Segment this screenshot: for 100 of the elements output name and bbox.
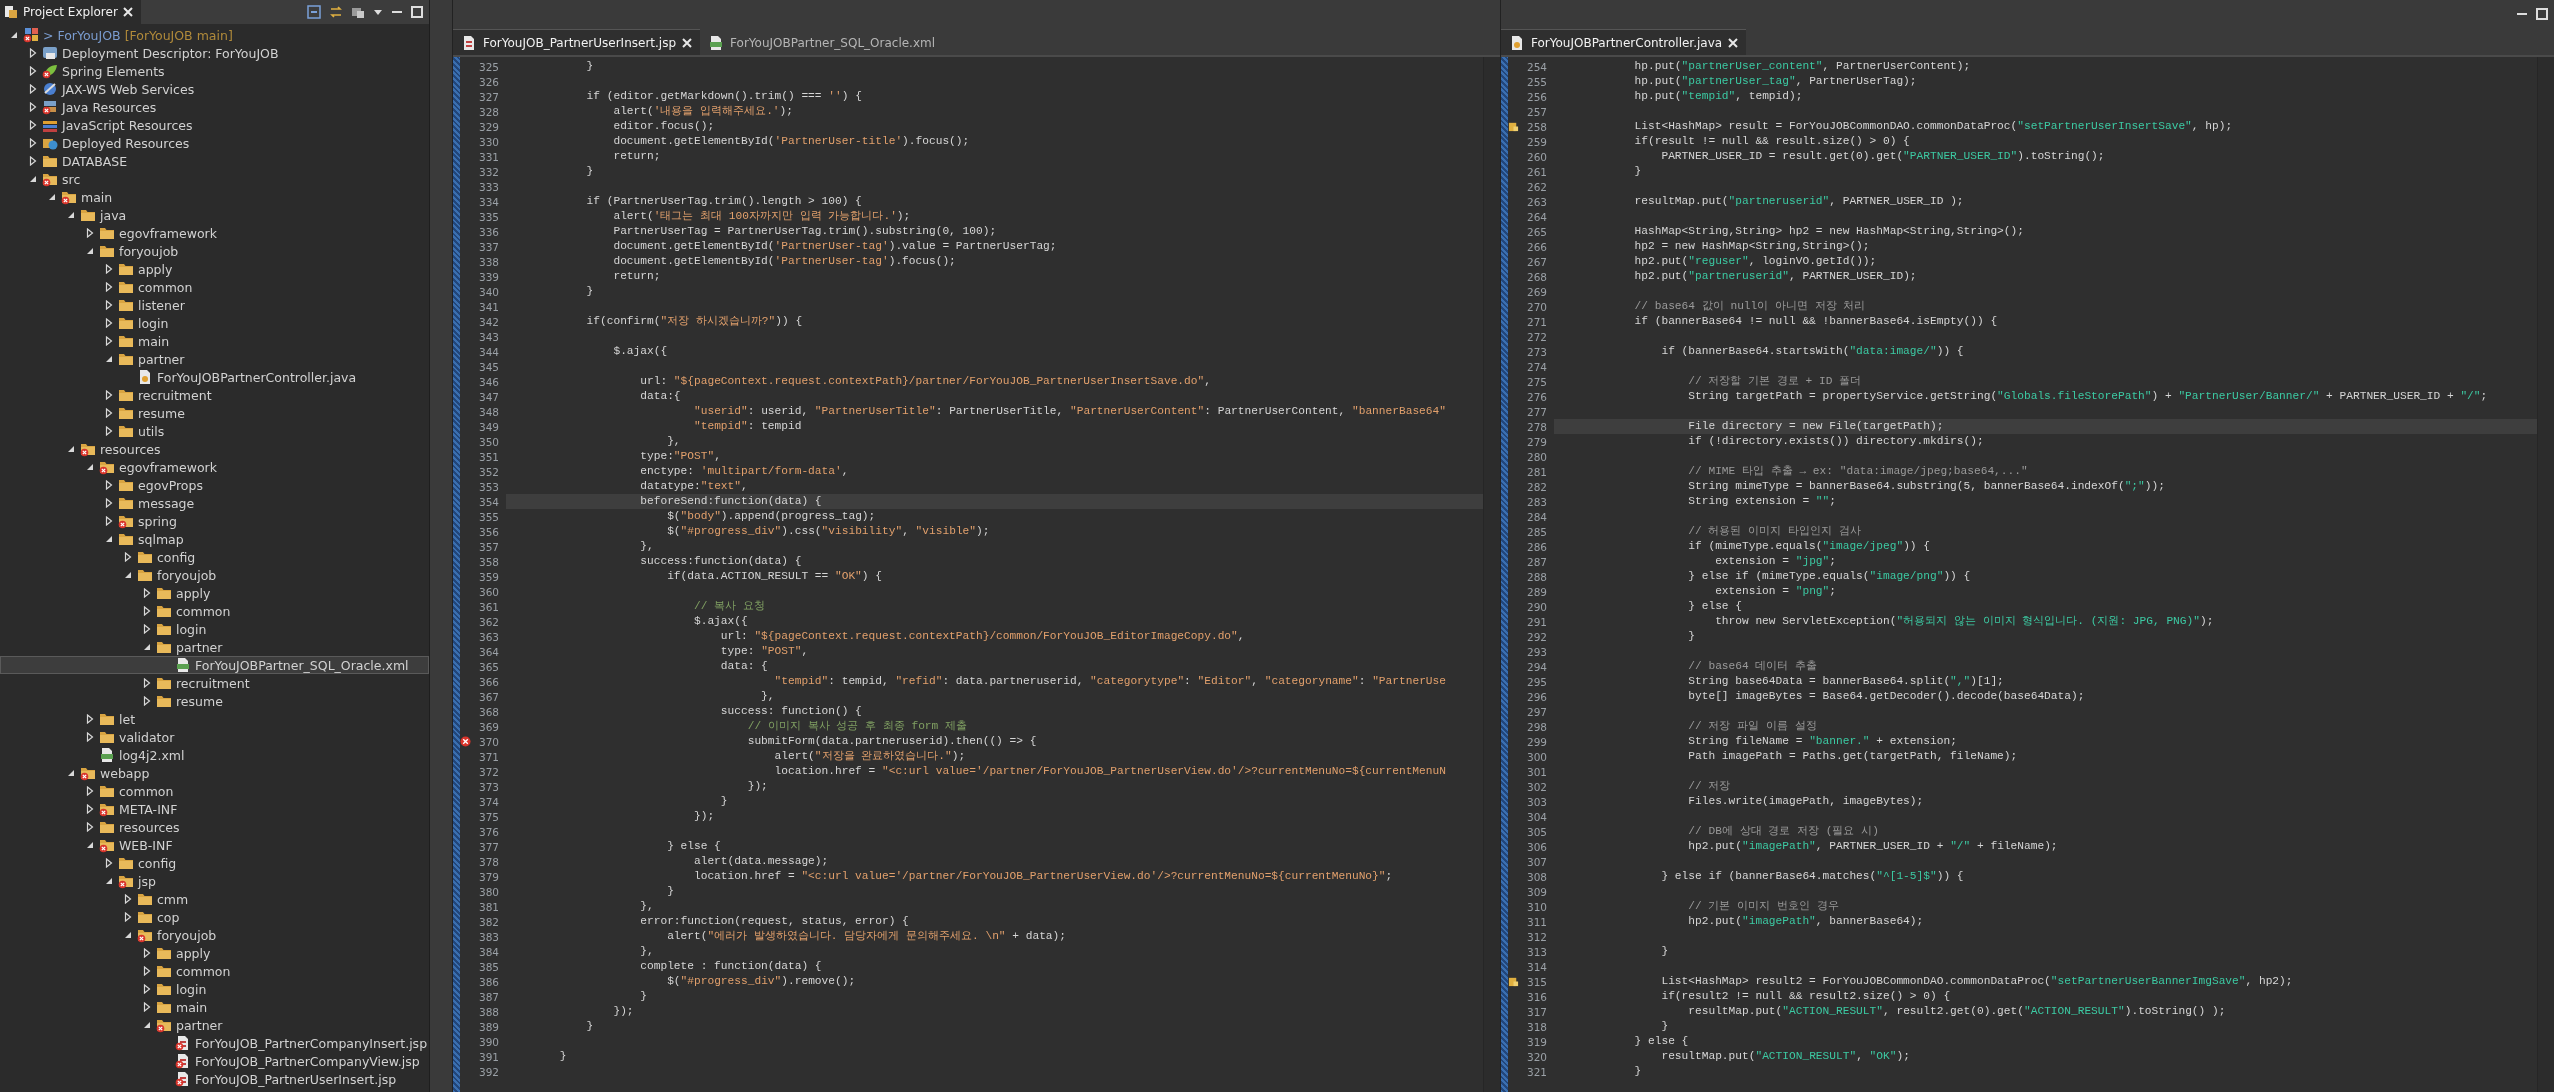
close-icon[interactable] [122,7,133,17]
tree-item[interactable]: JAX-WS Web Services [0,80,429,98]
tree-arrow-icon[interactable] [142,624,152,634]
tree-item[interactable]: Deployed Resources [0,134,429,152]
tree-arrow-icon[interactable] [66,768,76,778]
tree-arrow-icon[interactable] [28,84,38,94]
tree-arrow-icon[interactable] [104,480,114,490]
tree-item[interactable]: egovframework [0,458,429,476]
tree-item[interactable]: jsp [0,872,429,890]
tree-item[interactable]: listener [0,296,429,314]
tree-arrow-icon[interactable] [104,426,114,436]
tree-arrow-icon[interactable] [28,156,38,166]
tree-item[interactable]: foryoujob [0,242,429,260]
tree-item[interactable]: cmm [0,890,429,908]
tree-item[interactable]: log4j2.xml [0,746,429,764]
tree-item[interactable]: java [0,206,429,224]
tree-item[interactable]: apply [0,944,429,962]
tree-item[interactable]: ForYouJOB_PartnerCompanyView.jsp [0,1052,429,1070]
tree-item[interactable]: recruitment [0,674,429,692]
tree-item[interactable]: cop [0,908,429,926]
tree-item[interactable]: resume [0,404,429,422]
tree-arrow-icon[interactable] [85,804,95,814]
tree-arrow-icon[interactable] [142,1020,152,1030]
tree-arrow-icon[interactable] [142,948,152,958]
tree-item[interactable]: webapp [0,764,429,782]
tree-arrow-icon[interactable] [142,678,152,688]
tree-item[interactable]: login [0,980,429,998]
close-icon[interactable] [682,37,693,48]
tree-item[interactable]: common [0,602,429,620]
tree-arrow-icon[interactable] [104,408,114,418]
tree-item[interactable]: WEB-INF [0,836,429,854]
tree-item[interactable]: egovframework [0,224,429,242]
filter-icon[interactable] [351,5,365,19]
tree-arrow-icon[interactable] [85,714,95,724]
tree-arrow-icon[interactable] [104,300,114,310]
tree-arrow-icon[interactable] [104,534,114,544]
tree-item[interactable]: JavaScript Resources [0,116,429,134]
tree-arrow-icon[interactable] [85,786,95,796]
tree-arrow-icon[interactable] [85,246,95,256]
tree-item[interactable]: Deployment Descriptor: ForYouJOB [0,44,429,62]
tree-arrow-icon[interactable] [142,588,152,598]
link-icon[interactable] [329,5,343,19]
tree-item[interactable]: foryoujob [0,566,429,584]
tree-arrow-icon[interactable] [142,696,152,706]
tree-arrow-icon[interactable] [142,966,152,976]
close-icon[interactable] [1728,37,1739,48]
tree-item[interactable]: utils [0,422,429,440]
collapse-all-icon[interactable] [307,5,321,19]
tree-arrow-icon[interactable] [28,174,38,184]
tree-item[interactable]: foryoujob [0,926,429,944]
tree-arrow-icon[interactable] [123,570,133,580]
tree-item[interactable]: validator [0,728,429,746]
tree-item[interactable]: resume [0,692,429,710]
tree-item[interactable]: ForYouJOB_PartnerCompanyInsert.jsp [0,1034,429,1052]
tree-item[interactable]: apply [0,260,429,278]
tree-arrow-icon[interactable] [104,516,114,526]
view-menu-icon[interactable] [373,7,383,17]
tree-arrow-icon[interactable] [85,228,95,238]
maximize-icon[interactable] [2536,8,2548,20]
tree-arrow-icon[interactable] [104,318,114,328]
tree-arrow-icon[interactable] [9,30,19,40]
tree-item[interactable]: main [0,332,429,350]
tree-arrow-icon[interactable] [28,48,38,58]
tree-arrow-icon[interactable] [142,984,152,994]
tree-item[interactable]: message [0,494,429,512]
tree-item[interactable]: resources [0,440,429,458]
view-tab[interactable]: Project Explorer [0,0,141,24]
tree-arrow-icon[interactable] [123,912,133,922]
editor-tab[interactable]: ForYouJOB_PartnerUserInsert.jsp [453,29,701,55]
tree-arrow-icon[interactable] [85,732,95,742]
tree-arrow-icon[interactable] [28,66,38,76]
tree-item[interactable]: config [0,854,429,872]
maximize-icon[interactable] [411,6,423,18]
tree-arrow-icon[interactable] [104,354,114,364]
tree-arrow-icon[interactable] [85,840,95,850]
tree-item[interactable]: spring [0,512,429,530]
tree-item[interactable]: DATABASE [0,152,429,170]
tree-item[interactable]: login [0,620,429,638]
tree-arrow-icon[interactable] [123,894,133,904]
tree-item[interactable]: partner [0,350,429,368]
tree-arrow-icon[interactable] [85,462,95,472]
tree-item[interactable]: resources [0,818,429,836]
tree-item[interactable]: main [0,188,429,206]
tree-arrow-icon[interactable] [66,210,76,220]
tree-arrow-icon[interactable] [104,498,114,508]
tree-item[interactable]: ForYouJOBPartner_SQL_Oracle.xml [0,656,429,674]
tree-arrow-icon[interactable] [104,264,114,274]
editor-tab[interactable]: ForYouJOBPartnerController.java [1501,29,1747,55]
tree-item[interactable]: partner [0,1016,429,1034]
tree-arrow-icon[interactable] [142,1002,152,1012]
tree-item[interactable]: > ForYouJOB [ForYouJOB main] [0,26,429,44]
tree-arrow-icon[interactable] [142,606,152,616]
tree-arrow-icon[interactable] [123,552,133,562]
tree-item[interactable]: partner [0,638,429,656]
tree-item[interactable]: META-INF [0,800,429,818]
tree-arrow-icon[interactable] [123,930,133,940]
tree-item[interactable]: ForYouJOB_PartnerUserInsert.jsp [0,1070,429,1088]
tree-item[interactable]: Spring Elements [0,62,429,80]
tree-arrow-icon[interactable] [66,444,76,454]
tree-arrow-icon[interactable] [104,858,114,868]
